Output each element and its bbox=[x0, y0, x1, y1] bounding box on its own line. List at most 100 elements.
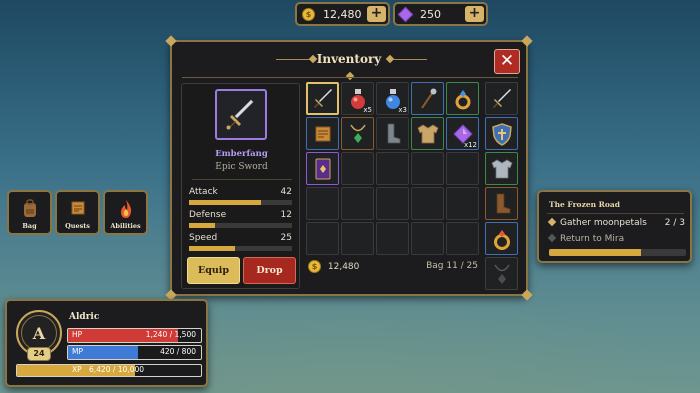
quest-objective: Return to Mira bbox=[547, 233, 685, 244]
inventory-slot[interactable]: x12 bbox=[446, 117, 479, 150]
inventory-slot-empty[interactable] bbox=[341, 187, 374, 220]
gold-amount: 12,480 bbox=[323, 7, 362, 21]
stat-attack: Attack 42 bbox=[189, 187, 292, 205]
amulet-empty-icon bbox=[493, 264, 510, 284]
inventory-slot[interactable] bbox=[446, 82, 479, 115]
buy-gems-button[interactable]: + bbox=[465, 6, 484, 22]
player-emblem: A bbox=[32, 323, 46, 343]
backpack-icon bbox=[23, 199, 36, 217]
inventory-title: Inventory bbox=[316, 52, 382, 66]
inventory-slot-empty[interactable] bbox=[446, 187, 479, 220]
inventory-slot[interactable]: x5 bbox=[341, 82, 374, 115]
bag-footer: $ 12,480 Bag 11 / 25 bbox=[308, 260, 478, 273]
inventory-window: Inventory ✕ Emberfang Epic Sword Attack … bbox=[165, 35, 533, 301]
close-button[interactable]: ✕ bbox=[494, 49, 520, 74]
inventory-slot-empty[interactable] bbox=[376, 187, 409, 220]
scroll-icon bbox=[71, 201, 84, 215]
scroll-icon bbox=[312, 123, 334, 145]
boot-icon bbox=[382, 122, 404, 146]
inventory-slot[interactable] bbox=[306, 82, 339, 115]
buy-gold-button[interactable]: + bbox=[367, 6, 386, 22]
stat-label: Defense bbox=[189, 210, 227, 220]
objective-text: Return to Mira bbox=[560, 234, 625, 244]
inventory-slot-empty[interactable] bbox=[411, 187, 444, 220]
objective-text: Gather moonpetals bbox=[560, 218, 647, 228]
stat-bar bbox=[189, 200, 292, 205]
inventory-slot[interactable] bbox=[376, 117, 409, 150]
inventory-slot[interactable] bbox=[341, 117, 374, 150]
bag-grid: x5 x3 x12 bbox=[306, 82, 479, 255]
inventory-slot-empty[interactable] bbox=[341, 152, 374, 185]
xp-bar: XP 6,420 / 10,000 bbox=[16, 364, 202, 377]
drop-button[interactable]: Drop bbox=[243, 257, 296, 284]
player-frame: A 24 Aldric HP 1,240 / 1,500 MP 420 / 80… bbox=[5, 299, 208, 387]
quest-divider bbox=[547, 213, 684, 214]
equipment-slot-boots[interactable] bbox=[485, 187, 518, 220]
stat-bar-fill bbox=[189, 200, 262, 205]
selected-item-icon bbox=[215, 89, 267, 140]
inventory-slot-empty[interactable] bbox=[446, 152, 479, 185]
abilities-label: Abilities bbox=[110, 222, 141, 230]
sword-icon bbox=[311, 87, 335, 111]
equipment-slot-armor[interactable] bbox=[485, 152, 518, 185]
inventory-slot[interactable] bbox=[411, 82, 444, 115]
spellbook-icon bbox=[313, 157, 333, 181]
stat-defense: Defense 12 bbox=[189, 210, 292, 228]
stat-bar bbox=[189, 246, 292, 251]
inventory-slot-empty[interactable] bbox=[446, 222, 479, 255]
quest-tracker[interactable]: The Frozen Road Gather moonpetals 2 / 3 … bbox=[537, 190, 692, 263]
inventory-slot-empty[interactable] bbox=[306, 187, 339, 220]
stat-bar bbox=[189, 223, 292, 228]
hp-value: 1,240 / 1,500 bbox=[145, 330, 196, 339]
level-badge: 24 bbox=[27, 347, 51, 361]
gold-coin-icon: $ bbox=[302, 7, 315, 21]
abilities-button[interactable]: Abilities bbox=[103, 190, 148, 235]
sword-icon bbox=[226, 99, 254, 129]
frame-ornament bbox=[165, 35, 177, 47]
player-name: Aldric bbox=[69, 312, 100, 322]
ring-icon bbox=[493, 229, 510, 250]
shield-icon bbox=[491, 122, 512, 146]
quest-progress-bar bbox=[549, 249, 686, 256]
flame-icon bbox=[120, 200, 131, 218]
hp-label: HP bbox=[72, 330, 83, 339]
gold-ring-icon bbox=[452, 87, 474, 111]
equipment-slot-ring[interactable] bbox=[485, 222, 518, 255]
inventory-slot-empty[interactable] bbox=[341, 222, 374, 255]
gold-coin-icon: $ bbox=[308, 260, 321, 273]
inventory-slot-empty[interactable] bbox=[376, 152, 409, 185]
inventory-slot[interactable] bbox=[306, 152, 339, 185]
objective-marker-icon bbox=[547, 217, 557, 227]
gem-currency: 250 + bbox=[393, 2, 488, 26]
inventory-slot-empty[interactable] bbox=[411, 152, 444, 185]
stat-label: Attack bbox=[189, 187, 218, 197]
inventory-slot[interactable]: x3 bbox=[376, 82, 409, 115]
mp-value: 420 / 800 bbox=[160, 347, 196, 356]
gold-currency: $ 12,480 + bbox=[295, 2, 390, 26]
item-detail-panel: Emberfang Epic Sword Attack 42 Defense 1… bbox=[181, 83, 300, 289]
stat-label: Speed bbox=[189, 233, 218, 243]
equipment-slot-amulet[interactable] bbox=[485, 257, 518, 290]
quests-button[interactable]: Quests bbox=[55, 190, 100, 235]
inventory-slot[interactable] bbox=[306, 117, 339, 150]
boot-icon bbox=[496, 193, 510, 213]
equipment-slot-shield[interactable] bbox=[485, 117, 518, 150]
item-type: Epic Sword bbox=[215, 162, 268, 172]
staff-icon bbox=[417, 87, 439, 111]
equip-button[interactable]: Equip bbox=[187, 257, 240, 284]
quest-progress-fill bbox=[549, 249, 641, 256]
stat-speed: Speed 25 bbox=[189, 233, 292, 251]
bag-button[interactable]: Bag bbox=[7, 190, 52, 235]
equipment-slot-weapon[interactable] bbox=[485, 82, 518, 115]
inventory-slot-empty[interactable] bbox=[306, 222, 339, 255]
stat-value: 25 bbox=[280, 233, 292, 243]
stat-bar-fill bbox=[189, 223, 215, 228]
stat-bar-fill bbox=[189, 246, 236, 251]
inventory-slot-empty[interactable] bbox=[376, 222, 409, 255]
title-divider bbox=[182, 77, 518, 78]
item-count: x5 bbox=[363, 106, 372, 114]
mp-label: MP bbox=[72, 347, 83, 356]
hp-bar: HP 1,240 / 1,500 bbox=[67, 328, 202, 343]
inventory-slot-empty[interactable] bbox=[411, 222, 444, 255]
inventory-slot[interactable] bbox=[411, 117, 444, 150]
